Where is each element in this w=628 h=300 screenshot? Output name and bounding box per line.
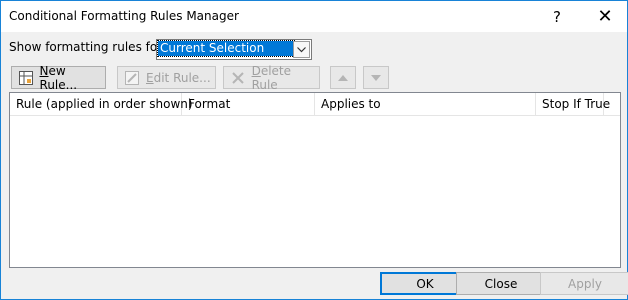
edit-rule-button[interactable]: Edit Rule... (117, 66, 216, 89)
arrow-up-icon (338, 74, 348, 81)
title-bar: Conditional Formatting Rules Manager ? ✕ (1, 1, 627, 32)
delete-icon (230, 70, 246, 86)
new-rule-icon (18, 70, 34, 86)
help-button[interactable]: ? (537, 1, 577, 32)
scope-select[interactable]: Current Selection (156, 39, 312, 60)
column-header-rule[interactable]: Rule (applied in order shown) (10, 93, 193, 115)
column-header-applies-to[interactable]: Applies to (315, 93, 536, 115)
apply-button[interactable]: Apply (540, 272, 628, 295)
rules-list[interactable]: Rule (applied in order shown) Format App… (9, 92, 621, 268)
dialog-title: Conditional Formatting Rules Manager (9, 9, 239, 23)
move-down-button[interactable] (363, 66, 389, 89)
arrow-down-icon (371, 74, 381, 81)
delete-rule-label: Delete Rule (251, 63, 291, 92)
delete-rule-button[interactable]: Delete Rule (223, 63, 320, 92)
help-icon: ? (553, 7, 561, 26)
close-window-button[interactable]: ✕ (585, 1, 625, 32)
dialog-window: Conditional Formatting Rules Manager ? ✕… (0, 0, 628, 300)
new-rule-button[interactable]: New Rule... (11, 63, 106, 92)
move-up-button[interactable] (330, 66, 356, 89)
column-header-stop-if-true[interactable]: Stop If True (536, 93, 610, 115)
column-header-format[interactable]: Format (182, 93, 315, 115)
chevron-down-icon[interactable] (293, 41, 310, 58)
rules-toolbar: New Rule... Edit Rule... Delete Rule (9, 63, 619, 92)
scope-label: Show formatting rules for: (9, 40, 166, 54)
new-rule-label: New Rule... (39, 63, 78, 92)
close-icon: ✕ (597, 6, 613, 27)
close-button[interactable]: Close (456, 272, 546, 295)
rules-list-header: Rule (applied in order shown) Format App… (10, 93, 620, 116)
edit-rule-icon (124, 70, 140, 86)
edit-rule-label: Edit Rule... (146, 70, 211, 85)
scope-selected-value: Current Selection (157, 40, 295, 57)
